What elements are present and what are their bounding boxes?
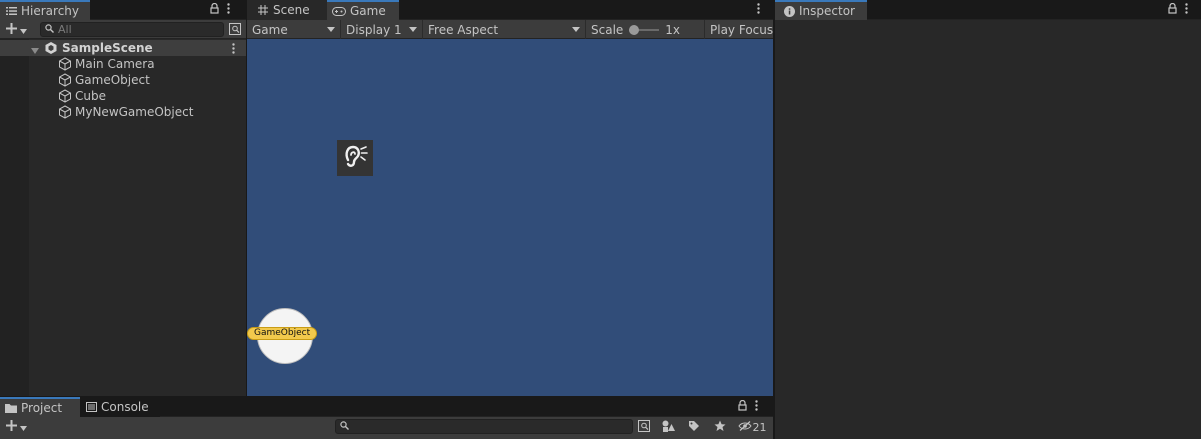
favorites-button[interactable]	[710, 418, 730, 436]
project-panel: Project Console 21	[0, 397, 773, 439]
info-icon	[783, 5, 795, 17]
game-panel: Scene Game Game Display 1 Free Aspect Sc…	[247, 0, 773, 396]
plus-icon	[5, 23, 17, 37]
project-search-input[interactable]	[335, 419, 633, 434]
scale-label: Scale	[591, 22, 624, 37]
console-icon	[85, 401, 97, 413]
hierarchy-tab-controls	[210, 2, 230, 18]
game-tab-controls	[757, 2, 760, 18]
hierarchy-panel: Hierarchy All SampleScene Main Camera Ga…	[0, 0, 246, 396]
project-create-button[interactable]	[3, 418, 29, 436]
list-icon	[5, 5, 17, 17]
hierarchy-item-label: Cube	[75, 89, 106, 103]
more-options-icon[interactable]	[227, 3, 230, 17]
scale-slider-handle[interactable]	[629, 24, 640, 35]
inspector-tab-controls	[1168, 2, 1188, 18]
hidden-count: 21	[752, 420, 767, 434]
tag-icon	[688, 420, 700, 435]
audio-listener-gizmo	[337, 140, 373, 176]
hidden-packages-toggle[interactable]: 21	[736, 418, 768, 436]
lock-icon[interactable]	[210, 2, 219, 17]
project-toolbar: 21	[0, 417, 773, 439]
tab-inspector-label: Inspector	[799, 4, 855, 18]
lock-icon[interactable]	[738, 399, 747, 414]
chevron-down-icon	[327, 27, 335, 32]
hierarchy-item-mynewgameobject[interactable]: MyNewGameObject	[0, 104, 246, 120]
search-type-button[interactable]	[227, 21, 243, 39]
hierarchy-item-cube[interactable]: Cube	[0, 88, 246, 104]
tab-hierarchy-label: Hierarchy	[21, 4, 80, 18]
tab-scene-label: Scene	[273, 3, 310, 17]
play-focus-label: Play Focus	[710, 22, 773, 37]
scene-row[interactable]: SampleScene	[0, 40, 246, 56]
search-type-button[interactable]	[636, 418, 652, 436]
play-focus-dropdown[interactable]: Play Focus	[705, 20, 773, 39]
tab-scene[interactable]: Scene	[247, 0, 327, 20]
hierarchy-item-main-camera[interactable]: Main Camera	[0, 56, 246, 72]
create-dropdown-button[interactable]	[3, 21, 29, 39]
hierarchy-toolbar: All	[0, 20, 246, 39]
tab-console[interactable]: Console	[80, 397, 160, 417]
filter-by-type-button[interactable]	[658, 418, 678, 436]
scene-more-icon[interactable]	[232, 43, 235, 57]
aspect-dropdown[interactable]: Free Aspect	[423, 20, 586, 39]
chevron-down-icon	[19, 24, 27, 37]
tab-project[interactable]: Project	[0, 397, 80, 417]
gameobject-cube-icon	[58, 105, 72, 122]
aspect-label: Free Aspect	[428, 22, 499, 37]
shapes-filter-icon	[662, 420, 675, 435]
hierarchy-item-label: GameObject	[75, 73, 150, 87]
tab-console-label: Console	[101, 400, 149, 414]
lock-icon[interactable]	[1168, 2, 1177, 17]
hierarchy-search-input[interactable]: All	[40, 22, 224, 37]
hierarchy-tabbar: Hierarchy	[0, 0, 246, 20]
eye-slash-icon	[737, 420, 752, 434]
search-filter-icon	[229, 22, 241, 38]
scale-slider[interactable]	[629, 24, 660, 35]
gamepad-icon	[332, 5, 346, 17]
display-label: Display 1	[346, 22, 402, 37]
scene-game-tabbar: Scene Game	[247, 0, 773, 20]
grid-icon	[257, 4, 269, 16]
inspector-panel: Inspector	[775, 0, 1201, 439]
tab-project-label: Project	[21, 401, 63, 415]
hierarchy-item-gameobject[interactable]: GameObject	[0, 72, 246, 88]
tab-game-label: Game	[350, 4, 386, 18]
search-icon	[45, 23, 54, 36]
more-options-icon[interactable]	[1185, 3, 1188, 17]
more-options-icon[interactable]	[755, 400, 758, 414]
project-tabbar: Project Console	[0, 397, 773, 417]
tab-inspector[interactable]: Inspector	[775, 0, 867, 20]
gameobject-label: GameObject	[247, 327, 318, 340]
scene-name: SampleScene	[62, 41, 153, 55]
search-placeholder: All	[58, 23, 72, 36]
tab-game[interactable]: Game	[327, 0, 399, 20]
scale-value: 1x	[665, 22, 681, 37]
view-mode-dropdown[interactable]: Game	[247, 20, 341, 39]
project-tab-controls	[738, 399, 758, 415]
star-icon	[714, 420, 726, 435]
display-dropdown[interactable]: Display 1	[341, 20, 423, 39]
plus-icon	[5, 420, 17, 434]
inspector-tabbar: Inspector	[775, 0, 1201, 20]
more-options-icon[interactable]	[757, 3, 760, 17]
search-filter-icon	[638, 419, 650, 435]
folder-icon	[5, 402, 17, 414]
hierarchy-item-label: Main Camera	[75, 57, 155, 71]
ear-icon	[342, 144, 368, 173]
view-mode-label: Game	[252, 22, 288, 37]
game-toolbar: Game Display 1 Free Aspect Scale 1x Play…	[247, 20, 773, 39]
game-viewport[interactable]: GameObject	[247, 39, 773, 396]
chevron-down-icon	[409, 27, 417, 32]
tab-hierarchy[interactable]: Hierarchy	[0, 0, 90, 20]
chevron-down-icon	[572, 27, 580, 32]
search-icon	[340, 420, 349, 433]
filter-by-label-button[interactable]	[684, 418, 704, 436]
scale-control: Scale 1x	[586, 20, 705, 39]
hierarchy-item-label: MyNewGameObject	[75, 105, 194, 119]
chevron-down-icon	[19, 421, 27, 434]
